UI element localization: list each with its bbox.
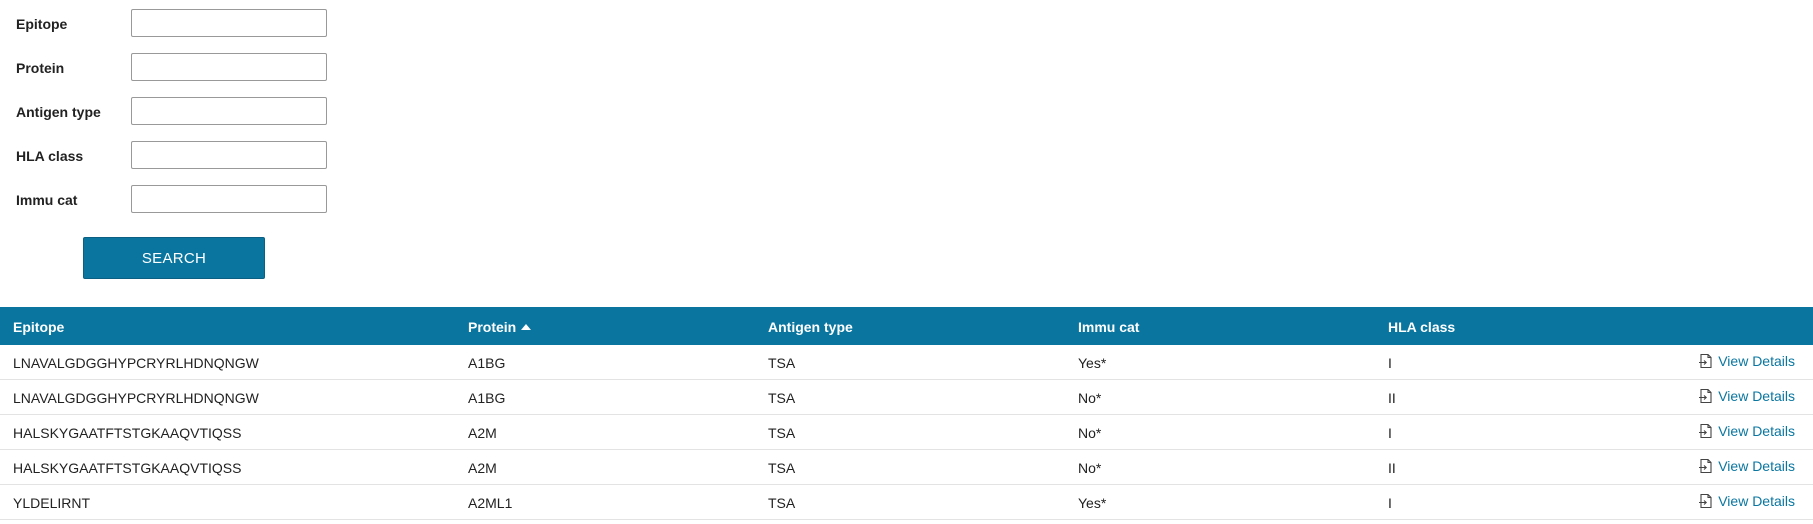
cell-antigen-type: TSA	[768, 390, 796, 406]
header-protein-sorted[interactable]: Protein	[468, 319, 532, 335]
protein-input[interactable]	[131, 53, 327, 81]
cell-hla-class: II	[1388, 390, 1396, 406]
hla-class-input[interactable]	[131, 141, 327, 169]
view-details-label: View Details	[1718, 353, 1795, 369]
table-row: LNAVALGDGGHYPCRYRLHDNQNGW A1BG TSA No* I…	[0, 380, 1813, 415]
immu-cat-label: Immu cat	[16, 192, 78, 208]
cell-immu-cat: Yes*	[1078, 355, 1107, 371]
table-row: LNAVALGDGGHYPCRYRLHDNQNGW A1BG TSA Yes* …	[0, 345, 1813, 380]
cell-immu-cat: No*	[1078, 425, 1102, 441]
cell-protein: A2M	[468, 460, 497, 476]
cell-hla-class: I	[1388, 495, 1392, 511]
document-arrow-icon	[1699, 353, 1712, 369]
cell-antigen-type: TSA	[768, 425, 796, 441]
cell-immu-cat: No*	[1078, 460, 1102, 476]
header-antigen-type[interactable]: Antigen type	[768, 319, 853, 335]
cell-immu-cat: No*	[1078, 390, 1102, 406]
table-row: HALSKYGAATFTSTGKAAQVTIQSS A2M TSA No* I …	[0, 415, 1813, 450]
cell-antigen-type: TSA	[768, 355, 796, 371]
cell-epitope: HALSKYGAATFTSTGKAAQVTIQSS	[13, 460, 242, 476]
antigen-type-label: Antigen type	[16, 104, 101, 120]
cell-epitope: LNAVALGDGGHYPCRYRLHDNQNGW	[13, 355, 259, 371]
view-details-label: View Details	[1718, 458, 1795, 474]
header-immu-cat[interactable]: Immu cat	[1078, 319, 1139, 335]
view-details-link[interactable]: View Details	[1698, 388, 1795, 404]
document-arrow-icon	[1699, 493, 1712, 509]
search-button[interactable]: SEARCH	[83, 237, 265, 279]
cell-hla-class: II	[1388, 460, 1396, 476]
view-details-link[interactable]: View Details	[1698, 458, 1795, 474]
table-header: Epitope Protein Antigen type Immu cat HL…	[0, 307, 1813, 345]
document-arrow-icon	[1699, 388, 1712, 404]
cell-immu-cat: Yes*	[1078, 495, 1107, 511]
immu-cat-input[interactable]	[131, 185, 327, 213]
cell-epitope: YLDELIRNT	[13, 495, 91, 511]
epitope-label: Epitope	[16, 16, 68, 32]
sort-ascending-icon	[521, 324, 532, 330]
hla-class-field-row: HLA class	[0, 141, 340, 171]
cell-antigen-type: TSA	[768, 460, 796, 476]
view-details-label: View Details	[1718, 388, 1795, 404]
header-epitope[interactable]: Epitope	[13, 319, 64, 335]
view-details-label: View Details	[1718, 493, 1795, 509]
document-arrow-icon	[1699, 423, 1712, 439]
view-details-link[interactable]: View Details	[1698, 353, 1795, 369]
view-details-label: View Details	[1718, 423, 1795, 439]
table-row: YLDELIRNT A2ML1 TSA Yes* I View Details	[0, 485, 1813, 520]
cell-epitope: LNAVALGDGGHYPCRYRLHDNQNGW	[13, 390, 259, 406]
epitope-input[interactable]	[131, 9, 327, 37]
document-arrow-icon	[1699, 458, 1712, 474]
antigen-type-field-row: Antigen type	[0, 97, 340, 127]
header-protein-label: Protein	[468, 319, 517, 335]
cell-epitope: HALSKYGAATFTSTGKAAQVTIQSS	[13, 425, 242, 441]
header-hla-class[interactable]: HLA class	[1388, 319, 1455, 335]
view-details-link[interactable]: View Details	[1698, 493, 1795, 509]
cell-hla-class: I	[1388, 425, 1392, 441]
cell-antigen-type: TSA	[768, 495, 796, 511]
antigen-type-input[interactable]	[131, 97, 327, 125]
immu-cat-field-row: Immu cat	[0, 185, 340, 215]
cell-hla-class: I	[1388, 355, 1392, 371]
protein-field-row: Protein	[0, 53, 340, 83]
cell-protein: A2M	[468, 425, 497, 441]
cell-protein: A1BG	[468, 355, 506, 371]
table-row: HALSKYGAATFTSTGKAAQVTIQSS A2M TSA No* II…	[0, 450, 1813, 485]
results-table: Epitope Protein Antigen type Immu cat HL…	[0, 307, 1813, 520]
cell-protein: A1BG	[468, 390, 506, 406]
epitope-field-row: Epitope	[0, 9, 340, 39]
protein-label: Protein	[16, 60, 65, 76]
hla-class-label: HLA class	[16, 148, 84, 164]
cell-protein: A2ML1	[468, 495, 513, 511]
view-details-link[interactable]: View Details	[1698, 423, 1795, 439]
